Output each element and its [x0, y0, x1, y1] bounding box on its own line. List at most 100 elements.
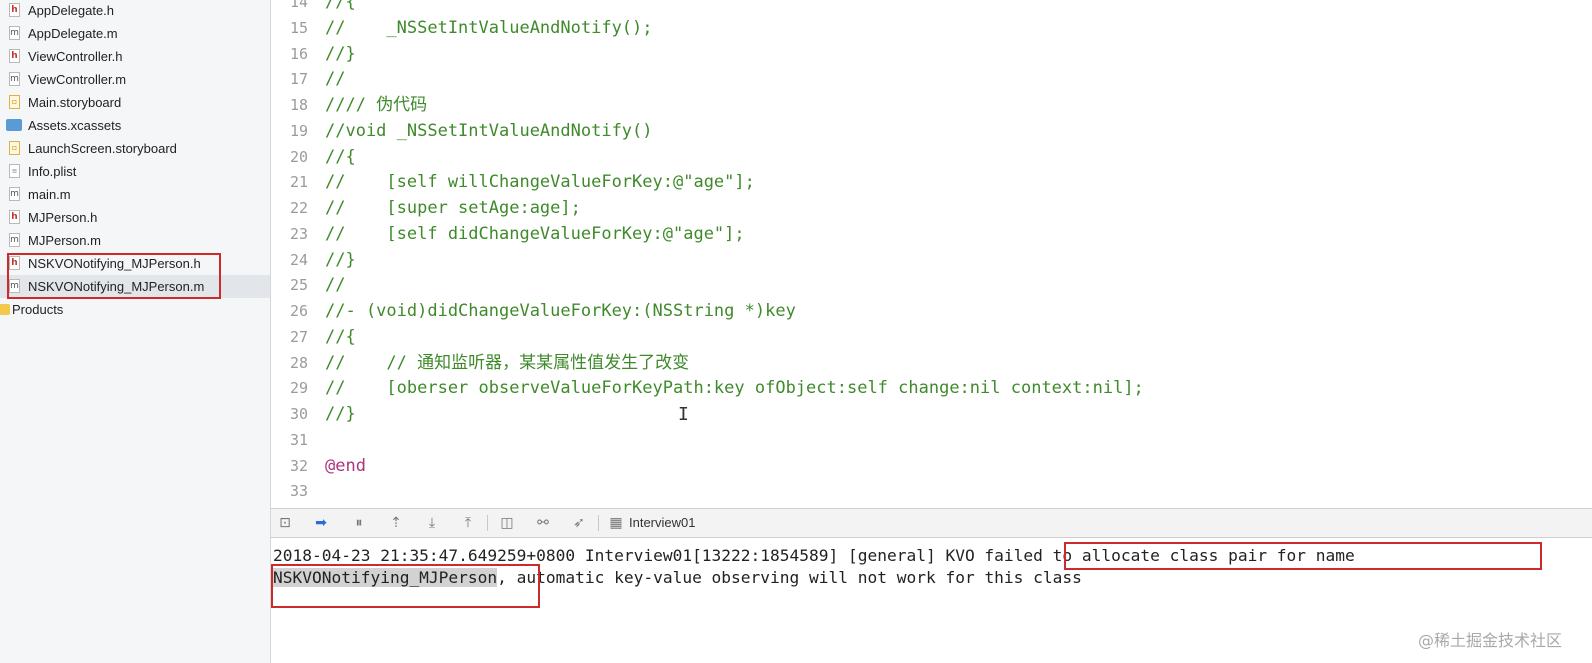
file-item[interactable]: m MJPerson.m — [0, 229, 270, 252]
code-line: 20 //{ — [271, 144, 1592, 170]
line-number: 14 — [289, 0, 308, 11]
file-item[interactable]: h NSKVONotifying_MJPerson.h — [0, 252, 270, 275]
line-number: 29 — [289, 379, 308, 398]
line-number: 15 — [289, 18, 308, 37]
step-over-icon[interactable]: ⇡ — [385, 513, 407, 533]
code-line: 18 //// 伪代码 — [271, 92, 1592, 118]
console-warning-text: , automatic key-value observing will not… — [497, 568, 1082, 587]
line-number: 20 — [289, 147, 308, 166]
code-text: //void _NSSetIntValueAndNotify() — [325, 120, 653, 141]
simulate-location-icon[interactable]: ➶ — [568, 513, 590, 533]
file-name-label: Assets.xcassets — [28, 118, 122, 133]
code-text: //} — [325, 404, 356, 424]
toolbar-separator — [487, 515, 488, 531]
folder-icon — [0, 304, 10, 315]
file-name-label: main.m — [28, 187, 71, 202]
implementation-file-icon: m — [9, 26, 20, 40]
code-line: 33 — [271, 478, 1592, 504]
code-line: 31 — [271, 427, 1592, 453]
error-annotation-box — [1064, 542, 1542, 570]
line-number: 23 — [289, 224, 308, 243]
folder-item-products[interactable]: Products — [0, 298, 270, 321]
line-number: 32 — [289, 456, 308, 475]
watermark: @稀土掘金技术社区 — [1417, 631, 1562, 650]
code-text: // [oberser observeValueForKeyPath:key o… — [325, 378, 1144, 399]
file-item[interactable]: h ViewController.h — [0, 45, 270, 68]
plist-file-icon: ≡ — [9, 164, 20, 178]
code-line: 29 // [oberser observeValueForKeyPath:key… — [271, 375, 1592, 401]
file-name-label: NSKVONotifying_MJPerson.m — [28, 279, 205, 294]
code-line: 15 // _NSSetIntValueAndNotify(); — [271, 15, 1592, 41]
pause-icon[interactable]: ⏸ — [348, 513, 370, 533]
code-text: //} — [325, 249, 356, 270]
line-number: 22 — [289, 199, 308, 217]
header-file-icon: h — [9, 210, 20, 224]
file-name-label: MJPerson.m — [28, 233, 101, 248]
console-output[interactable]: 2018-04-23 21:35:47.649259+0800 Intervie… — [271, 538, 1592, 663]
code-text: // [super setAge:age]; — [325, 198, 581, 218]
target-icon: ▦ — [609, 515, 623, 531]
header-file-icon: h — [9, 49, 20, 63]
code-line: 14 //{ — [271, 0, 1592, 15]
line-number: 33 — [289, 482, 308, 501]
project-navigator: h AppDelegate.h m AppDelegate.m h ViewControl… — [0, 0, 271, 663]
storyboard-file-icon: ▫ — [9, 141, 20, 155]
step-into-icon[interactable]: ⤓ — [421, 513, 443, 533]
file-name-label: NSKVONotifying_MJPerson.h — [28, 256, 201, 271]
hide-debug-area-icon[interactable]: ⊡ — [274, 513, 296, 533]
code-text: // [self didChangeValueForKey:@"age"]; — [325, 223, 745, 244]
line-number: 16 — [289, 44, 308, 63]
header-file-icon: h — [9, 3, 20, 17]
file-item[interactable]: Assets.xcassets — [0, 114, 270, 137]
code-text: //{ — [325, 146, 356, 167]
file-item[interactable]: ▫ Main.storyboard — [0, 91, 270, 114]
code-text: // [self willChangeValueForKey:@"age"]; — [325, 172, 755, 193]
asset-catalog-icon — [6, 119, 22, 131]
code-text: //{ — [325, 0, 356, 12]
line-number: 21 — [289, 173, 308, 192]
file-name-label: LaunchScreen.storyboard — [28, 141, 177, 156]
file-item[interactable]: h MJPerson.h — [0, 206, 270, 229]
file-item[interactable]: m AppDelegate.m — [0, 22, 270, 45]
header-file-icon: h — [9, 256, 20, 270]
code-text: @end — [325, 455, 366, 476]
file-item[interactable]: m ViewController.m — [0, 68, 270, 91]
line-number: 25 — [289, 276, 308, 295]
line-number: 24 — [289, 250, 308, 269]
code-text: // — [325, 275, 346, 296]
line-number: 31 — [289, 430, 308, 449]
code-line: 21 // [self willChangeValueForKey:@"age"]… — [271, 169, 1592, 195]
file-item[interactable]: ▫ LaunchScreen.storyboard — [0, 137, 270, 160]
code-text: // _NSSetIntValueAndNotify(); — [325, 17, 653, 38]
implementation-file-icon: m — [9, 233, 20, 247]
line-number: 30 — [289, 405, 308, 423]
code-text: //// 伪代码 — [325, 95, 428, 115]
file-name-label: Info.plist — [28, 164, 77, 179]
storyboard-file-icon: ▫ — [9, 95, 20, 109]
ibeam-cursor-icon: I — [678, 404, 689, 425]
file-item[interactable]: m NSKVONotifying_MJPerson.m — [0, 275, 270, 298]
code-editor[interactable]: 33 32 @end 31 30 //} 29 // [oberser observeValu… — [271, 0, 1592, 508]
file-item[interactable]: m main.m — [0, 183, 270, 206]
code-line: 28 // // 通知监听器，某某属性值发生了改变 — [271, 350, 1592, 376]
file-item[interactable]: ≡ Info.plist — [0, 160, 270, 183]
implementation-file-icon: m — [9, 72, 20, 86]
file-item[interactable]: h AppDelegate.h — [0, 0, 270, 22]
code-text: // // 通知监听器，某某属性值发生了改变 — [325, 352, 690, 373]
line-number: 17 — [289, 70, 308, 89]
code-text: // — [325, 69, 346, 90]
step-out-icon[interactable]: ⤒ — [457, 513, 479, 533]
file-name-label: AppDelegate.m — [28, 26, 118, 41]
debug-target-label[interactable]: Interview01 — [629, 509, 695, 537]
view-hierarchy-icon[interactable]: ◫ — [496, 513, 518, 533]
code-text: //{ — [325, 326, 356, 347]
code-line: 30 //} — [271, 401, 1592, 427]
code-line: 25 // — [271, 272, 1592, 298]
breakpoints-toggle-icon[interactable]: ➡ — [310, 513, 332, 533]
implementation-file-icon: m — [9, 187, 20, 201]
code-text: //- (void)didChangeValueForKey:(NSString… — [325, 301, 796, 321]
memory-graph-icon[interactable]: ⚯ — [532, 513, 554, 533]
file-name-label: Main.storyboard — [28, 95, 122, 110]
console-log-prefix: 2018-04-23 21:35:47.649259+0800 Intervie… — [273, 546, 946, 565]
code-line: 17 // — [271, 66, 1592, 92]
